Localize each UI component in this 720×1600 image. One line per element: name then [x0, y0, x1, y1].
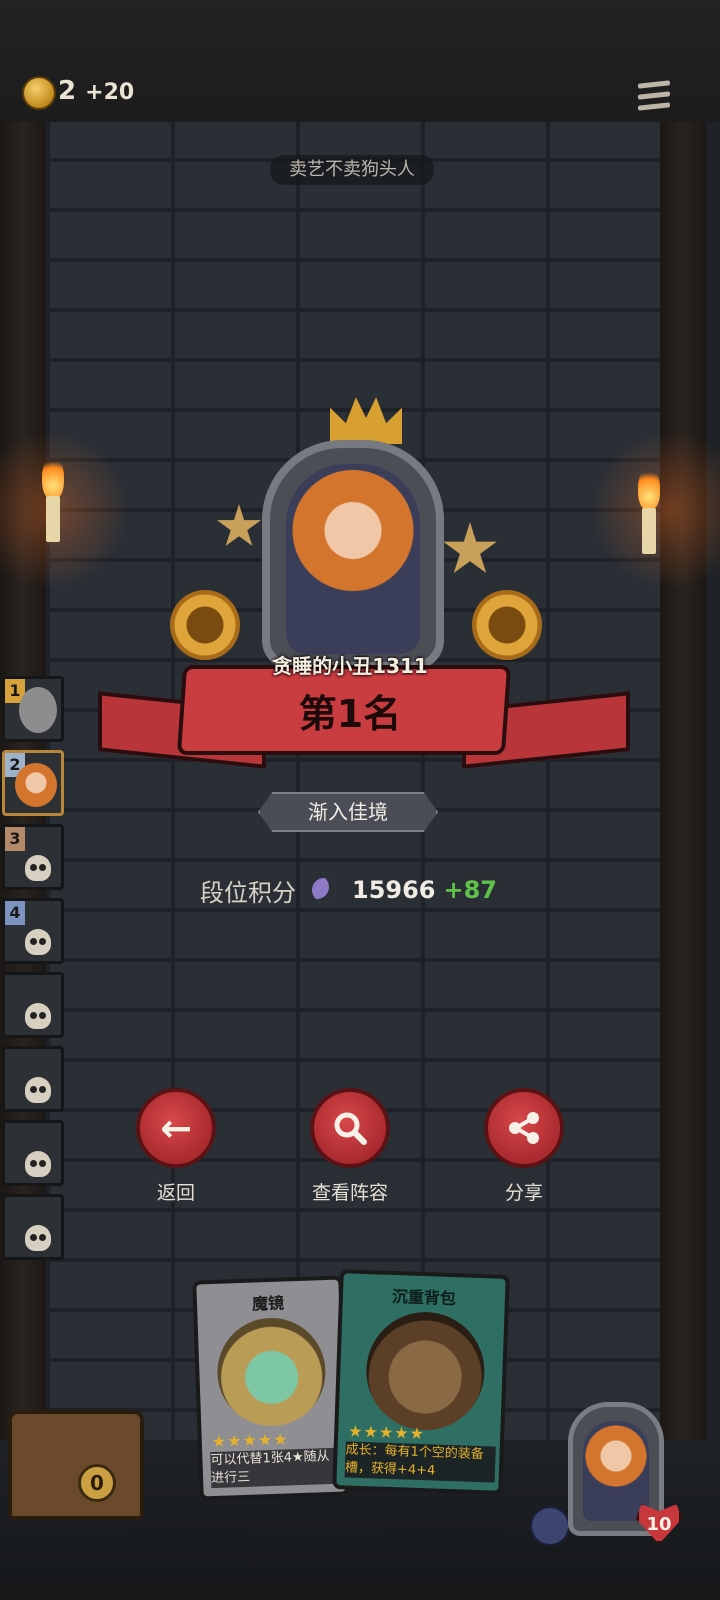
arrow-left-icon: ←: [160, 1106, 192, 1150]
hero-avatar: [583, 1421, 649, 1521]
card-description: 可以代替1张4★随从进行三: [210, 1447, 342, 1489]
share-label: 分享: [504, 1182, 543, 1204]
ranking-slot[interactable]: 3: [2, 824, 64, 890]
skull-icon: [25, 855, 51, 881]
treasure-bucket[interactable]: [8, 1410, 144, 1520]
card-title: 魔镜: [251, 1293, 285, 1314]
coin-delta: +20: [85, 80, 135, 105]
backpack-art: [364, 1310, 487, 1433]
ranking-slot[interactable]: 2: [2, 750, 64, 816]
ranking-slot[interactable]: 1: [2, 676, 64, 742]
shield-icon: [530, 1506, 570, 1546]
player-name: 贪睡的小丑1311: [272, 654, 428, 678]
skull-icon: [25, 1003, 51, 1029]
candle-left-icon: [46, 496, 60, 542]
rank-score-row: 段位积分 15966 +87: [200, 872, 497, 908]
score-delta: +87: [443, 876, 498, 904]
view-lineup-label: 查看阵容: [311, 1182, 388, 1204]
item-card-mirror[interactable]: 魔镜 ★★★★★ 可以代替1张4★随从进行三: [192, 1275, 350, 1501]
back-label: 返回: [156, 1182, 195, 1204]
winner-portrait-frame: [262, 440, 444, 670]
skull-icon: [25, 1151, 51, 1177]
skull-icon: [25, 1077, 51, 1103]
ranking-slot[interactable]: [2, 1120, 64, 1186]
score-label: 段位积分: [200, 878, 296, 907]
rank-text: 第1名: [298, 692, 402, 736]
share-button[interactable]: [484, 1088, 564, 1168]
search-icon: [334, 1112, 367, 1145]
skull-icon: [25, 929, 51, 955]
coin-counter: 2 +20: [58, 76, 134, 106]
card-description: 成长：每有1个空的装备槽，获得+4+4: [344, 1441, 496, 1483]
moon-icon: [312, 878, 336, 902]
flame-right-icon: [638, 466, 660, 510]
bucket-count: 0: [78, 1464, 116, 1502]
player-avatar: [15, 763, 57, 807]
slot-rank: 3: [5, 827, 25, 851]
coin-icon: [24, 78, 54, 108]
player-avatar: [19, 687, 57, 733]
candle-right-icon: [642, 508, 656, 554]
ranking-slot[interactable]: [2, 1194, 64, 1260]
share-icon: [509, 1112, 539, 1144]
flame-left-icon: [42, 455, 64, 499]
ranking-slot[interactable]: [2, 972, 64, 1038]
coin-amount: 2: [58, 76, 77, 106]
item-card-heavy-backpack[interactable]: 沉重背包 ★★★★★ 成长：每有1个空的装备槽，获得+4+4: [332, 1269, 510, 1495]
player-title-badge: 渐入佳境: [258, 792, 438, 832]
view-lineup-button[interactable]: [310, 1088, 390, 1168]
mirror-art: [215, 1316, 328, 1428]
card-stars: ★★★★★: [347, 1421, 426, 1444]
ranking-slot[interactable]: [2, 1046, 64, 1112]
slot-rank: 4: [5, 901, 25, 925]
ranking-slot[interactable]: 4: [2, 898, 64, 964]
card-stars: ★★★★★: [211, 1429, 289, 1452]
lobby-name-label: 卖艺不卖狗头人: [270, 155, 434, 185]
score-value: 15966: [352, 876, 436, 904]
skull-icon: [25, 1225, 51, 1251]
right-pillar: [660, 122, 706, 1462]
back-button[interactable]: ←: [136, 1088, 216, 1168]
card-title: 沉重背包: [391, 1286, 457, 1309]
menu-icon[interactable]: [638, 80, 670, 112]
winner-avatar: [286, 464, 420, 654]
